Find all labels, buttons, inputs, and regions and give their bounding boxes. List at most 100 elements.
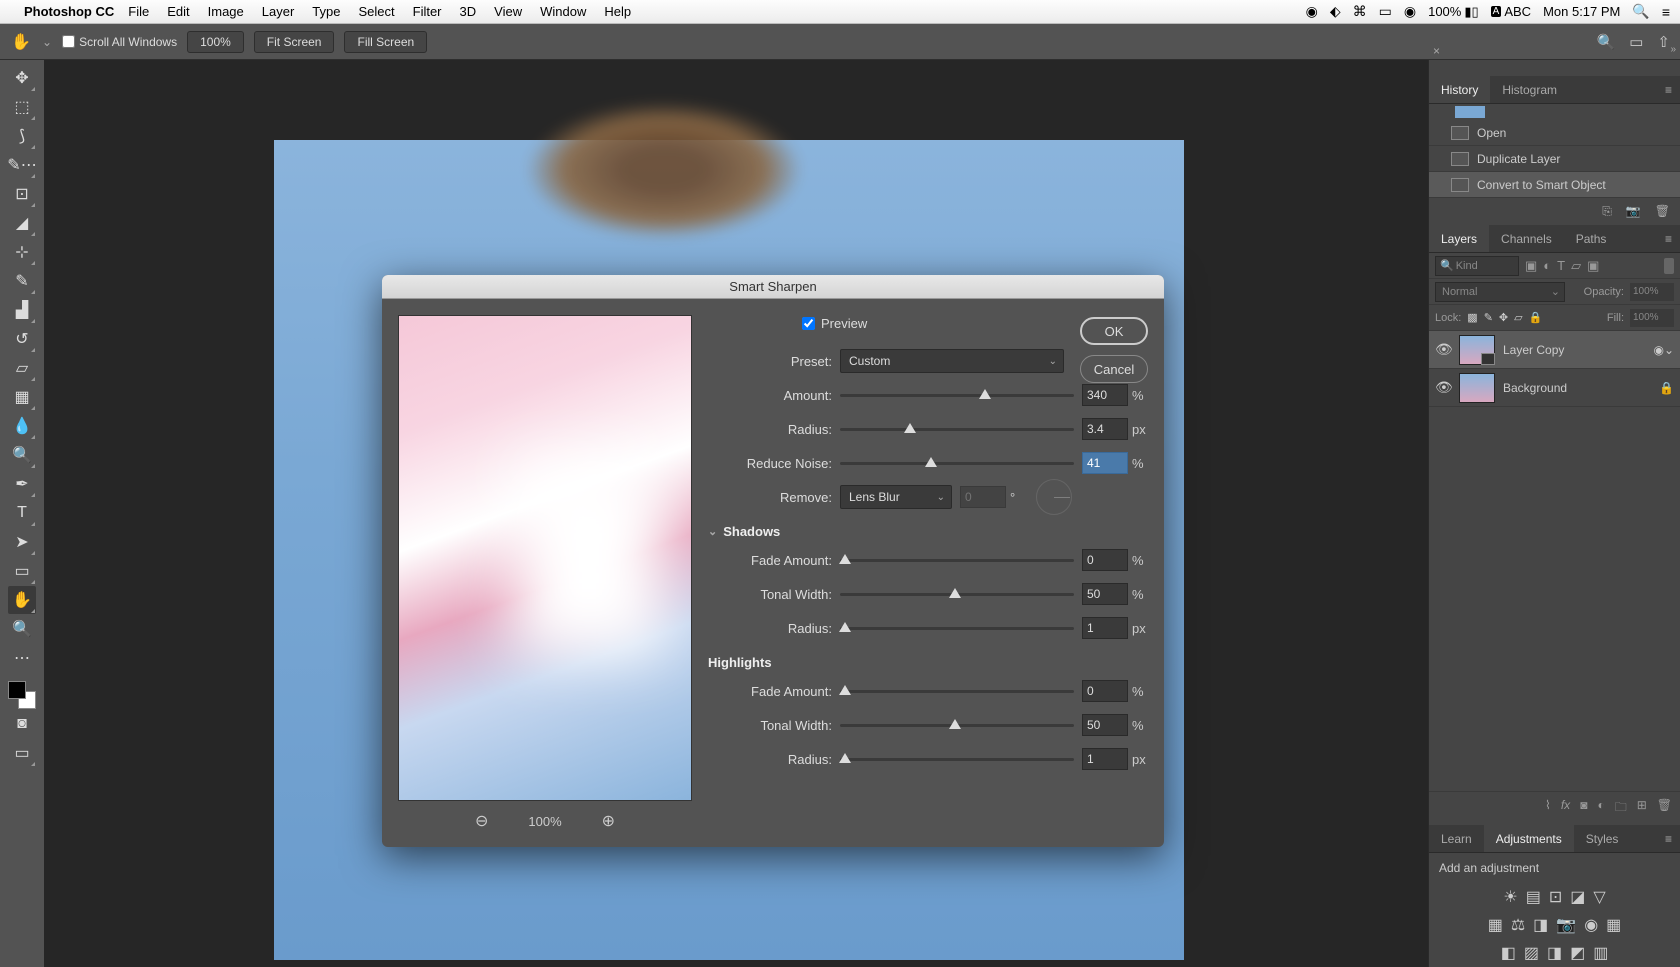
preview-image[interactable] xyxy=(398,315,692,801)
delete-state-icon[interactable]: 🗑 xyxy=(1655,204,1670,219)
history-item-open[interactable]: Open xyxy=(1429,120,1680,146)
brightness-icon[interactable]: ☀ xyxy=(1503,887,1517,907)
type-tool[interactable]: T xyxy=(8,499,36,527)
zoom-out-icon[interactable]: ⊖ xyxy=(475,811,488,831)
canvas-area[interactable]: Smart Sharpen ⊖ 100% ⊕ Preview ⚙ xyxy=(44,60,1428,967)
tab-learn[interactable]: Learn xyxy=(1429,825,1484,852)
layer-name[interactable]: Background xyxy=(1503,381,1567,395)
shadows-tonal-slider[interactable] xyxy=(840,585,1074,603)
highlights-radius-slider[interactable] xyxy=(840,750,1074,768)
shadows-tonal-input[interactable] xyxy=(1082,583,1128,605)
layer-name[interactable]: Layer Copy xyxy=(1503,343,1564,357)
dropbox-icon[interactable]: ⬖ xyxy=(1330,3,1341,20)
layer-lock-icon[interactable]: 🔒 xyxy=(1659,381,1674,395)
fill-screen-button[interactable]: Fill Screen xyxy=(344,31,427,53)
zoom-in-icon[interactable]: ⊕ xyxy=(602,811,615,831)
lock-position-icon[interactable]: ✥ xyxy=(1499,311,1508,324)
pen-tool[interactable]: ✒ xyxy=(8,470,36,498)
shadows-radius-slider[interactable] xyxy=(840,619,1074,637)
ok-button[interactable]: OK xyxy=(1080,317,1148,345)
opacity-input[interactable]: 100% xyxy=(1630,283,1674,301)
color-swatches[interactable] xyxy=(8,681,36,709)
lock-artboard-icon[interactable]: ▱ xyxy=(1514,311,1522,324)
tab-channels[interactable]: Channels xyxy=(1489,225,1564,252)
highlights-radius-input[interactable] xyxy=(1082,748,1128,770)
layer-thumbnail[interactable] xyxy=(1459,335,1495,365)
angle-input[interactable] xyxy=(960,486,1006,508)
history-item-convert[interactable]: Convert to Smart Object xyxy=(1429,172,1680,198)
hand-tool-icon[interactable]: ✋ xyxy=(10,31,32,53)
filter-type-icon[interactable]: T xyxy=(1557,258,1565,273)
color-balance-icon[interactable]: ⚖ xyxy=(1511,915,1525,935)
gradient-map-icon[interactable]: ▥ xyxy=(1593,943,1608,963)
lock-image-icon[interactable]: ✎ xyxy=(1484,311,1493,324)
tool-preset-dropdown[interactable]: ⌄ xyxy=(42,35,52,49)
menu-filter[interactable]: Filter xyxy=(413,4,442,19)
highlights-tonal-slider[interactable] xyxy=(840,716,1074,734)
share-icon[interactable]: ⇧ xyxy=(1657,33,1670,51)
artboard-icon[interactable]: ▭ xyxy=(1629,33,1643,51)
new-snapshot-icon[interactable]: 📷 xyxy=(1626,204,1641,219)
layer-row-background[interactable]: 👁 Background 🔒 xyxy=(1429,369,1680,407)
preset-dropdown[interactable]: Custom xyxy=(840,349,1064,373)
gradient-tool[interactable]: ▦ xyxy=(8,383,36,411)
history-item-duplicate[interactable]: Duplicate Layer xyxy=(1429,146,1680,172)
menu-window[interactable]: Window xyxy=(540,4,586,19)
panel-collapse-icon[interactable]: » xyxy=(1670,44,1676,55)
airplay-icon[interactable]: ▭ xyxy=(1379,3,1392,20)
eyedropper-tool[interactable]: ◢ xyxy=(8,209,36,237)
adjustment-layer-icon[interactable]: ◐ xyxy=(1597,798,1604,819)
panel-close-icon[interactable]: × xyxy=(1433,44,1440,58)
foreground-color-swatch[interactable] xyxy=(8,681,26,699)
spotlight-icon[interactable]: 🔍 xyxy=(1632,3,1649,20)
menu-image[interactable]: Image xyxy=(208,4,244,19)
history-brush-tool[interactable]: ↺ xyxy=(8,325,36,353)
cancel-button[interactable]: Cancel xyxy=(1080,355,1148,383)
shape-tool[interactable]: ▭ xyxy=(8,557,36,585)
eraser-tool[interactable]: ▱ xyxy=(8,354,36,382)
filter-adjust-icon[interactable]: ◐ xyxy=(1543,258,1551,273)
crop-tool[interactable]: ⊡ xyxy=(8,180,36,208)
filter-toggle[interactable] xyxy=(1664,258,1674,274)
zoom-tool[interactable]: 🔍 xyxy=(8,615,36,643)
dodge-tool[interactable]: 🔍 xyxy=(8,441,36,469)
menu-type[interactable]: Type xyxy=(312,4,340,19)
blur-tool[interactable]: 💧 xyxy=(8,412,36,440)
lock-all-icon[interactable]: 🔒 xyxy=(1529,311,1543,324)
tab-paths[interactable]: Paths xyxy=(1564,225,1619,252)
remove-dropdown[interactable]: Lens Blur xyxy=(840,485,952,509)
blend-mode-dropdown[interactable]: Normal xyxy=(1435,282,1565,302)
marquee-tool[interactable]: ⬚ xyxy=(8,93,36,121)
layer-group-icon[interactable]: 🗀 xyxy=(1615,798,1627,819)
screen-mode-tool[interactable]: ▭ xyxy=(8,739,36,767)
search-icon[interactable]: 🔍 xyxy=(1597,33,1616,51)
scroll-all-checkbox[interactable]: Scroll All Windows xyxy=(62,35,177,49)
shadows-fade-input[interactable] xyxy=(1082,549,1128,571)
radius-slider[interactable] xyxy=(840,420,1074,438)
dialog-title[interactable]: Smart Sharpen xyxy=(382,275,1164,299)
highlights-fade-slider[interactable] xyxy=(840,682,1074,700)
filter-shape-icon[interactable]: ▱ xyxy=(1571,258,1581,274)
input-source[interactable]: A ABC xyxy=(1491,4,1531,19)
stamp-tool[interactable]: ▟ xyxy=(8,296,36,324)
new-document-icon[interactable]: ⎘ xyxy=(1602,204,1612,219)
edit-toolbar[interactable]: ⋯ xyxy=(8,644,36,672)
selective-color-icon[interactable]: ◩ xyxy=(1570,943,1585,963)
levels-icon[interactable]: ▤ xyxy=(1526,887,1541,907)
color-lookup-icon[interactable]: ▦ xyxy=(1606,915,1621,935)
battery-status[interactable]: 100% ▮▯ xyxy=(1428,4,1479,20)
menu-file[interactable]: File xyxy=(128,4,149,19)
highlights-fade-input[interactable] xyxy=(1082,680,1128,702)
shadows-fade-slider[interactable] xyxy=(840,551,1074,569)
menu-edit[interactable]: Edit xyxy=(167,4,189,19)
path-select-tool[interactable]: ➤ xyxy=(8,528,36,556)
amount-input[interactable] xyxy=(1082,384,1128,406)
creative-cloud-icon[interactable]: ⌘ xyxy=(1353,3,1367,20)
adjustments-panel-menu-icon[interactable]: ≡ xyxy=(1657,825,1680,852)
angle-dial[interactable] xyxy=(1036,479,1072,515)
app-name[interactable]: Photoshop CC xyxy=(24,4,114,19)
shadows-radius-input[interactable] xyxy=(1082,617,1128,639)
tab-histogram[interactable]: Histogram xyxy=(1490,76,1569,103)
clock[interactable]: Mon 5:17 PM xyxy=(1543,4,1620,19)
delete-layer-icon[interactable]: 🗑 xyxy=(1657,798,1672,819)
